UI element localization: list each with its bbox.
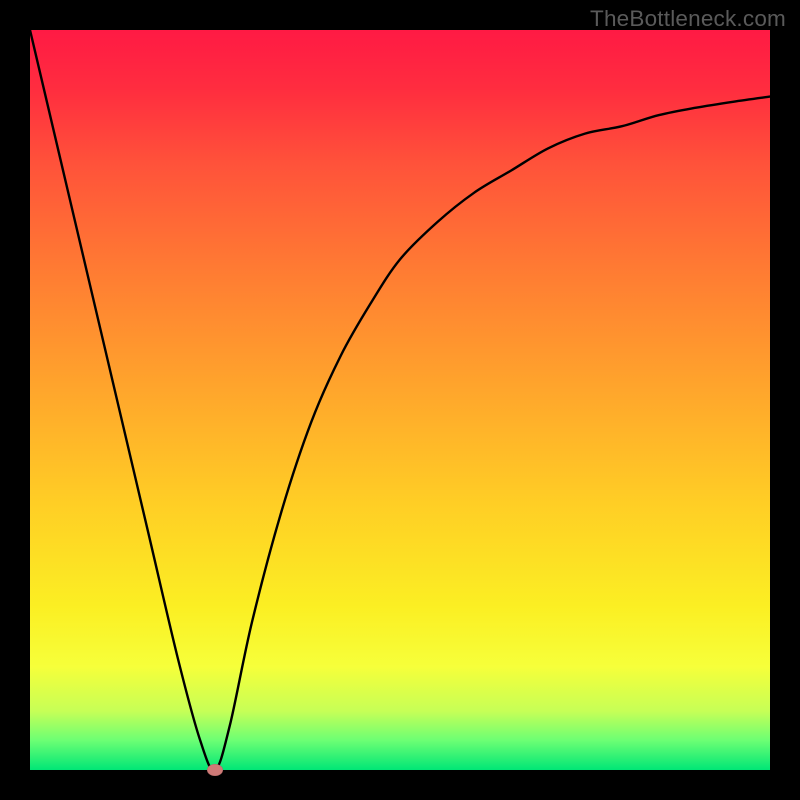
chart-frame: TheBottleneck.com xyxy=(0,0,800,800)
curve-svg xyxy=(30,30,770,770)
minimum-marker xyxy=(207,764,223,776)
bottleneck-curve xyxy=(30,30,770,770)
watermark-text: TheBottleneck.com xyxy=(590,6,786,32)
plot-area xyxy=(30,30,770,770)
